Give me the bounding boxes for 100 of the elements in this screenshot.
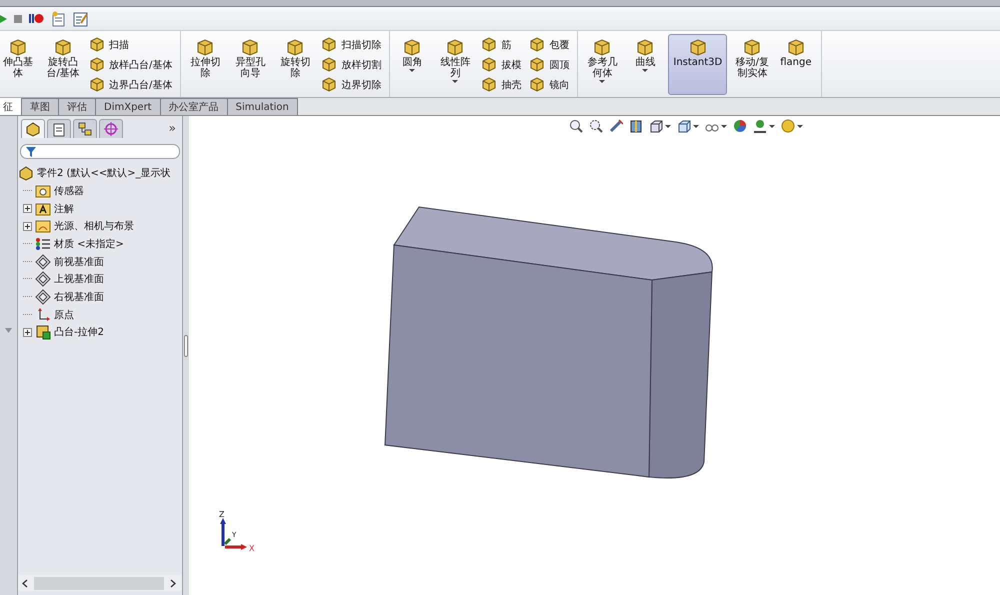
caret-icon[interactable] [693, 124, 699, 128]
ribbon-button[interactable]: 移动/复制实体 [732, 34, 772, 95]
feature-icon [446, 38, 464, 56]
zoom-icon[interactable] [569, 119, 583, 133]
ribbon-button[interactable]: 异型孔向导 [230, 34, 270, 95]
caret-icon[interactable] [665, 124, 671, 128]
document-icon [51, 121, 67, 137]
feature-icon [593, 38, 612, 56]
tree-item[interactable]: 原点 [54, 308, 74, 322]
ribbon-button[interactable]: 抽壳 [480, 75, 524, 94]
ribbon-button[interactable]: 边界切除 [320, 75, 384, 94]
tree-item[interactable]: 零件2 (默认<<默认>_显示状 [37, 166, 171, 180]
ribbon-button[interactable]: flange [777, 34, 815, 95]
tree-item[interactable]: 材质 <未指定> [54, 236, 124, 251]
command-tab[interactable]: DimXpert [95, 98, 161, 115]
part-icon [25, 121, 41, 137]
feature-icon [636, 38, 654, 56]
ribbon-button[interactable]: 放样凸台/基体 [88, 55, 174, 74]
ribbon-button[interactable]: Instant3D [668, 34, 728, 95]
tree-item[interactable]: 右视基准面 [54, 290, 104, 304]
feature-icon [196, 38, 214, 56]
feature-icon [743, 38, 762, 56]
ribbon-button[interactable]: 旋转凸台/基体 [43, 34, 83, 95]
zoom-area-icon[interactable] [589, 119, 603, 133]
command-tab[interactable]: 征 [0, 98, 22, 115]
feature-icon [322, 37, 336, 52]
ribbon-button[interactable]: 圆角 [394, 34, 430, 95]
command-tab[interactable]: 草图 [21, 98, 59, 115]
feature-icon [482, 37, 496, 52]
folder-icon [35, 200, 51, 217]
feature-icon [530, 77, 544, 92]
feature-icon [9, 38, 27, 56]
ribbon-button[interactable]: 线性阵列 [435, 34, 476, 95]
stop-icon[interactable] [14, 14, 22, 22]
tree-item[interactable]: 凸台-拉伸2 [54, 325, 104, 340]
cube-icon[interactable] [677, 119, 691, 133]
feature-icon [90, 37, 104, 52]
ribbon-button[interactable]: 包覆 [528, 35, 572, 54]
wand-icon[interactable] [609, 119, 623, 133]
ribbon-button[interactable]: 边界凸台/基体 [88, 75, 174, 94]
feature-tree-tab[interactable] [21, 119, 45, 138]
feature-icon [786, 38, 805, 56]
scroll-right-icon[interactable] [170, 578, 176, 588]
tree-item[interactable]: 前视基准面 [54, 254, 104, 269]
caret-icon[interactable] [721, 124, 727, 128]
z-axis-arrow [220, 518, 226, 546]
splitter-handle[interactable] [184, 335, 188, 357]
material-icon [35, 236, 51, 252]
property-tab[interactable] [47, 119, 71, 138]
ribbon-button[interactable]: 伸凸基体 [0, 34, 38, 95]
tree-item[interactable]: 光源、相机与布景 [54, 219, 134, 234]
expand-icon[interactable] [23, 222, 32, 231]
color-wheel-icon[interactable] [733, 119, 747, 133]
expand-icon[interactable] [23, 204, 32, 214]
document-icon[interactable] [51, 10, 66, 26]
command-tab[interactable]: Simulation [226, 98, 298, 115]
configuration-tab[interactable] [73, 119, 97, 138]
feature-icon [482, 77, 496, 92]
feature-icon [403, 38, 422, 56]
ribbon-button[interactable]: 圆顶 [528, 55, 572, 74]
feature-icon [530, 37, 544, 52]
ribbon-button[interactable]: 拔模 [480, 55, 524, 74]
feature-icon [90, 57, 104, 72]
expand-icon[interactable] [23, 328, 32, 337]
ribbon-button[interactable]: 扫描切除 [320, 35, 384, 54]
feature-icon [688, 38, 707, 56]
tree-item[interactable]: 传感器 [54, 184, 84, 198]
tree-item[interactable]: 注解 [54, 202, 74, 216]
filter-field[interactable] [20, 144, 180, 159]
caret-icon[interactable] [797, 124, 803, 128]
command-tab[interactable]: 办公室产品 [160, 98, 228, 115]
view-cube-icon[interactable] [649, 119, 663, 133]
ribbon-button[interactable]: 放样切割 [320, 55, 384, 74]
extrude-icon [35, 324, 51, 340]
command-tab[interactable]: 评估 [58, 98, 96, 115]
ribbon-button[interactable]: 旋转切除 [275, 34, 316, 95]
feature-icon [241, 38, 260, 56]
part-icon [18, 165, 34, 181]
expand-button[interactable]: » [168, 121, 180, 138]
record-icon[interactable] [29, 13, 44, 24]
section-view-icon[interactable] [629, 119, 643, 133]
ribbon-button[interactable]: 扫描 [88, 35, 131, 54]
ribbon-button[interactable]: 筋 [480, 35, 514, 54]
target-tab[interactable] [99, 119, 123, 138]
caret-icon[interactable] [769, 124, 775, 128]
ribbon-button[interactable]: 镜向 [528, 75, 572, 94]
plane-icon [35, 288, 51, 305]
scroll-left-icon[interactable] [22, 578, 28, 588]
edit-document-icon[interactable] [73, 10, 88, 26]
feature-icon [530, 57, 544, 72]
tree-item[interactable]: 上视基准面 [54, 272, 104, 286]
feature-icon [322, 77, 336, 92]
ribbon-button[interactable]: 参考几何体 [582, 34, 622, 95]
axis-label: X [249, 544, 254, 553]
ribbon-button[interactable]: 曲线 [627, 34, 664, 95]
ribbon-button[interactable]: 拉伸切除 [185, 34, 226, 95]
hierarchy-icon [77, 121, 93, 137]
play-icon[interactable] [0, 14, 7, 22]
horizontal-scrollbar[interactable] [18, 575, 182, 591]
scrollbar-thumb[interactable] [34, 576, 164, 590]
